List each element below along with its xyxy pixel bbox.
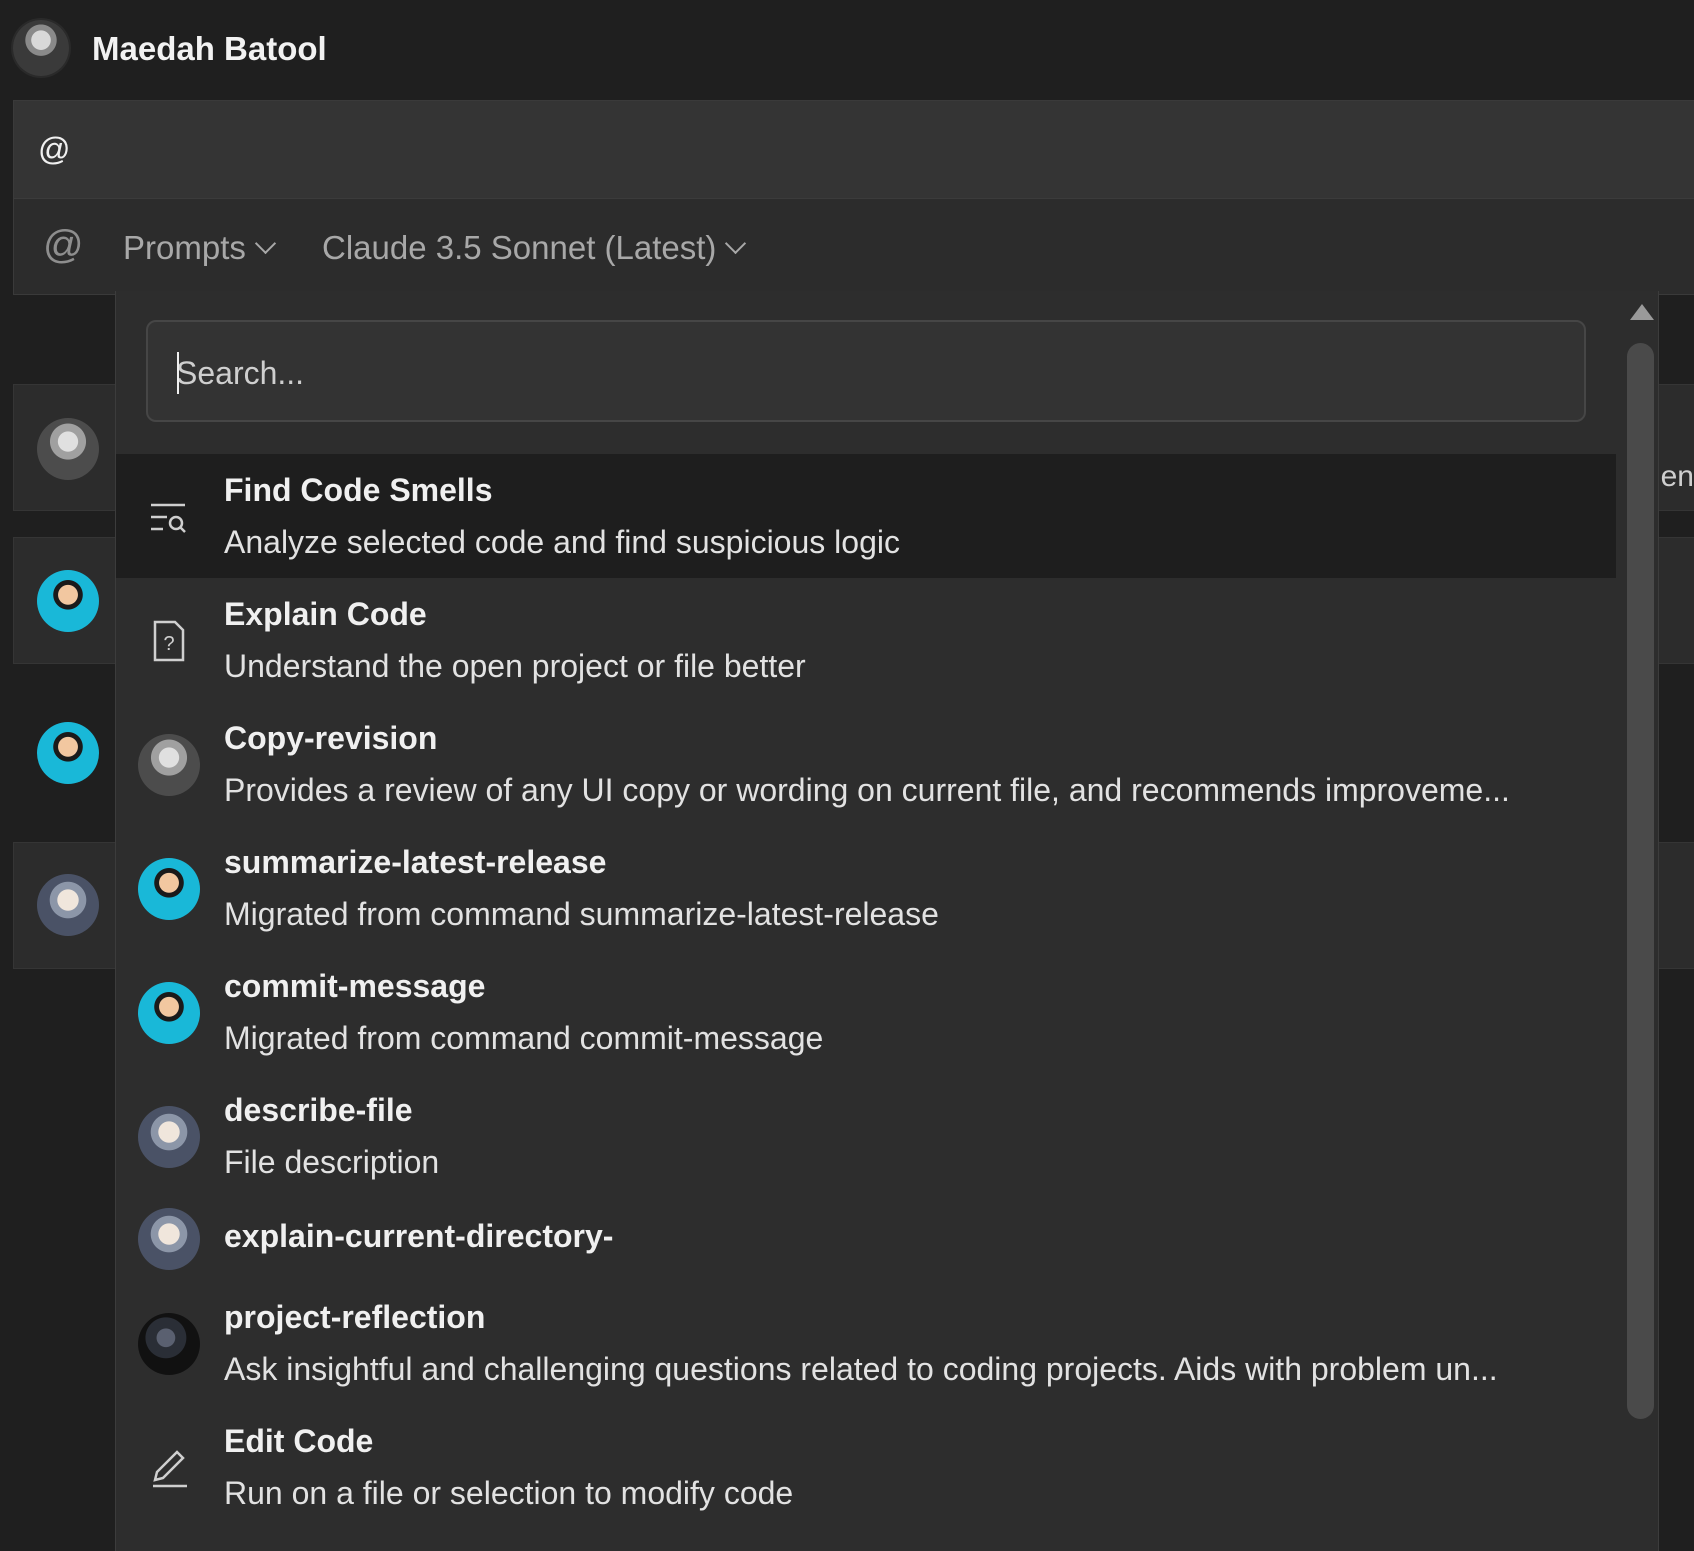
prompt-item-explain-code[interactable]: ? Explain Code Understand the open proje… xyxy=(116,578,1616,702)
prompt-description: Provides a review of any UI copy or word… xyxy=(224,772,1510,808)
avatar xyxy=(138,734,200,796)
prompt-item-find-code-smells[interactable]: Find Code Smells Analyze selected code a… xyxy=(116,454,1616,578)
prompt-item-copy-revision[interactable]: Copy-revision Provides a review of any U… xyxy=(116,702,1616,826)
chat-composer: @ @ Prompts Claude 3.5 Sonnet (Latest) xyxy=(13,100,1694,295)
avatar xyxy=(138,858,200,920)
search-box xyxy=(146,320,1586,422)
prompt-title: describe-file xyxy=(224,1092,413,1128)
prompt-title: commit-message xyxy=(224,968,486,1004)
search-input[interactable] xyxy=(174,346,1538,400)
avatar xyxy=(138,982,200,1044)
prompts-dropdown[interactable]: Prompts xyxy=(123,229,276,267)
prompt-item-describe-file[interactable]: describe-file File description xyxy=(116,1074,1616,1198)
list-search-icon xyxy=(138,486,200,548)
file-question-icon: ? xyxy=(138,610,200,672)
avatar xyxy=(138,1106,200,1168)
avatar xyxy=(37,418,99,480)
user-avatar[interactable] xyxy=(13,20,69,76)
avatar xyxy=(37,722,99,784)
history-row-text: en xyxy=(1660,460,1694,493)
prompt-item-project-reflection[interactable]: project-reflection Ask insightful and ch… xyxy=(116,1281,1616,1405)
prompt-description: Analyze selected code and find suspiciou… xyxy=(224,524,900,560)
prompt-description: Run on a file or selection to modify cod… xyxy=(224,1475,794,1511)
user-name: Maedah Batool xyxy=(92,30,327,67)
model-selector[interactable]: Claude 3.5 Sonnet (Latest) xyxy=(322,229,747,267)
avatar xyxy=(138,1313,200,1375)
avatar xyxy=(37,570,99,632)
model-label: Claude 3.5 Sonnet (Latest) xyxy=(322,229,717,266)
prompt-description: File description xyxy=(224,1144,440,1180)
prompt-title: explain-current-directory- xyxy=(224,1218,614,1254)
pencil-icon xyxy=(138,1437,200,1499)
text-caret xyxy=(177,352,179,394)
mention-icon[interactable]: @ xyxy=(43,223,84,268)
message-input-value: @ xyxy=(38,131,71,167)
scrollbar-thumb[interactable] xyxy=(1627,343,1654,1419)
prompt-item-summarize-latest-release[interactable]: summarize-latest-release Migrated from c… xyxy=(116,826,1616,950)
prompt-item-commit-message[interactable]: commit-message Migrated from command com… xyxy=(116,950,1616,1074)
avatar xyxy=(37,874,99,936)
prompt-title: Explain Code xyxy=(224,596,427,632)
prompt-title: Edit Code xyxy=(224,1423,374,1459)
chevron-down-icon xyxy=(725,232,747,254)
prompt-item-explain-current-directory[interactable]: explain-current-directory- xyxy=(116,1198,1616,1278)
prompt-title: project-reflection xyxy=(224,1299,486,1335)
prompts-menu: Find Code Smells Analyze selected code a… xyxy=(115,291,1659,1551)
prompt-description: Ask insightful and challenging questions… xyxy=(224,1351,1498,1387)
prompt-description: Understand the open project or file bett… xyxy=(224,648,806,684)
prompts-label: Prompts xyxy=(123,229,246,266)
message-input[interactable]: @ xyxy=(14,101,1694,199)
svg-text:?: ? xyxy=(163,633,174,655)
chevron-down-icon xyxy=(254,232,276,254)
prompt-title: summarize-latest-release xyxy=(224,844,607,880)
prompt-title: Find Code Smells xyxy=(224,472,493,508)
prompt-description: Migrated from command summarize-latest-r… xyxy=(224,896,939,932)
prompt-description: Migrated from command commit-message xyxy=(224,1020,824,1056)
avatar xyxy=(138,1208,200,1270)
prompt-title: Copy-revision xyxy=(224,720,438,756)
prompt-item-edit-code[interactable]: Edit Code Run on a file or selection to … xyxy=(116,1405,1616,1529)
scroll-up-arrow-icon[interactable] xyxy=(1630,304,1654,320)
